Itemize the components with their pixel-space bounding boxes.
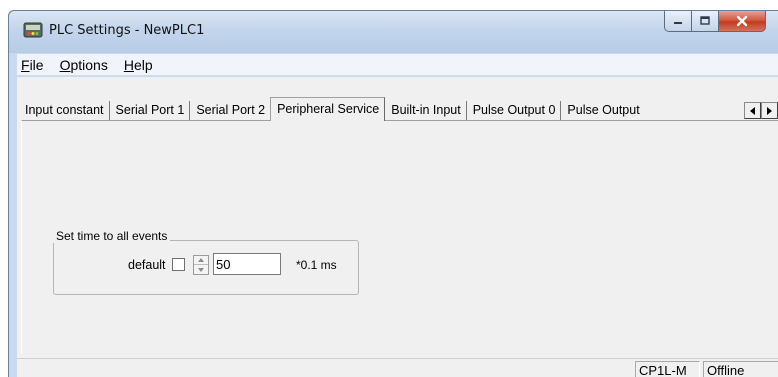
caption-buttons — [664, 11, 766, 33]
plc-icon — [23, 22, 43, 38]
close-button[interactable] — [719, 11, 766, 32]
menu-help[interactable]: Help — [123, 57, 154, 73]
menu-options[interactable]: Options — [59, 57, 109, 73]
menu-bar: File Options Help — [17, 54, 778, 76]
close-icon — [736, 15, 748, 27]
tab-scroll-buttons — [744, 102, 778, 119]
spin-down-icon — [198, 267, 204, 272]
menu-file[interactable]: File — [20, 57, 45, 73]
arrow-right-icon — [767, 106, 772, 115]
menu-file-label: ile — [29, 56, 44, 73]
minimize-icon — [674, 22, 682, 24]
tab-pulse-output-0[interactable]: Pulse Output 0 — [467, 101, 562, 121]
spin-down-button[interactable] — [194, 265, 208, 274]
tab-scroll-right-button[interactable] — [761, 102, 778, 119]
value-spinner[interactable] — [193, 255, 209, 275]
unit-label: *0.1 ms — [296, 258, 337, 272]
menu-options-label: ptions — [70, 56, 108, 73]
tab-strip: Input constant Serial Port 1 Serial Port… — [23, 97, 645, 121]
spin-up-icon — [198, 258, 204, 262]
status-connection: Offline — [703, 361, 778, 377]
tab-pulse-output-1[interactable]: Pulse Output — [561, 101, 644, 121]
tab-serial-port-2[interactable]: Serial Port 2 — [190, 101, 272, 121]
set-time-group-title: Set time to all events — [53, 229, 171, 243]
tab-built-in-input[interactable]: Built-in Input — [385, 101, 467, 121]
plc-settings-window: PLC Settings - NewPLC1 File Options Help… — [8, 10, 778, 377]
title-bar[interactable]: PLC Settings - NewPLC1 — [9, 11, 778, 53]
default-checkbox[interactable] — [172, 258, 185, 271]
arrow-left-icon — [750, 106, 755, 115]
spin-up-button[interactable] — [194, 256, 208, 265]
status-model: CP1L-M — [635, 361, 700, 377]
time-value-input[interactable] — [213, 253, 281, 275]
menu-options-mnemonic: O — [59, 56, 71, 73]
minimize-button[interactable] — [664, 11, 692, 32]
tab-serial-port-1[interactable]: Serial Port 1 — [110, 101, 191, 121]
menu-help-label: elp — [133, 56, 153, 73]
status-bar: CP1L-M Offline — [17, 358, 778, 377]
menu-file-mnemonic: F — [21, 56, 30, 73]
window-title: PLC Settings - NewPLC1 — [49, 23, 205, 38]
tab-peripheral-service[interactable]: Peripheral Service — [270, 97, 386, 121]
maximize-icon — [700, 16, 710, 25]
tab-input-constant[interactable]: Input constant — [23, 101, 110, 121]
client-area: Input constant Serial Port 1 Serial Port… — [17, 77, 778, 377]
menu-help-mnemonic: H — [123, 56, 134, 73]
tab-scroll-left-button[interactable] — [744, 102, 761, 119]
default-label: default — [128, 258, 166, 272]
maximize-button[interactable] — [692, 11, 719, 32]
